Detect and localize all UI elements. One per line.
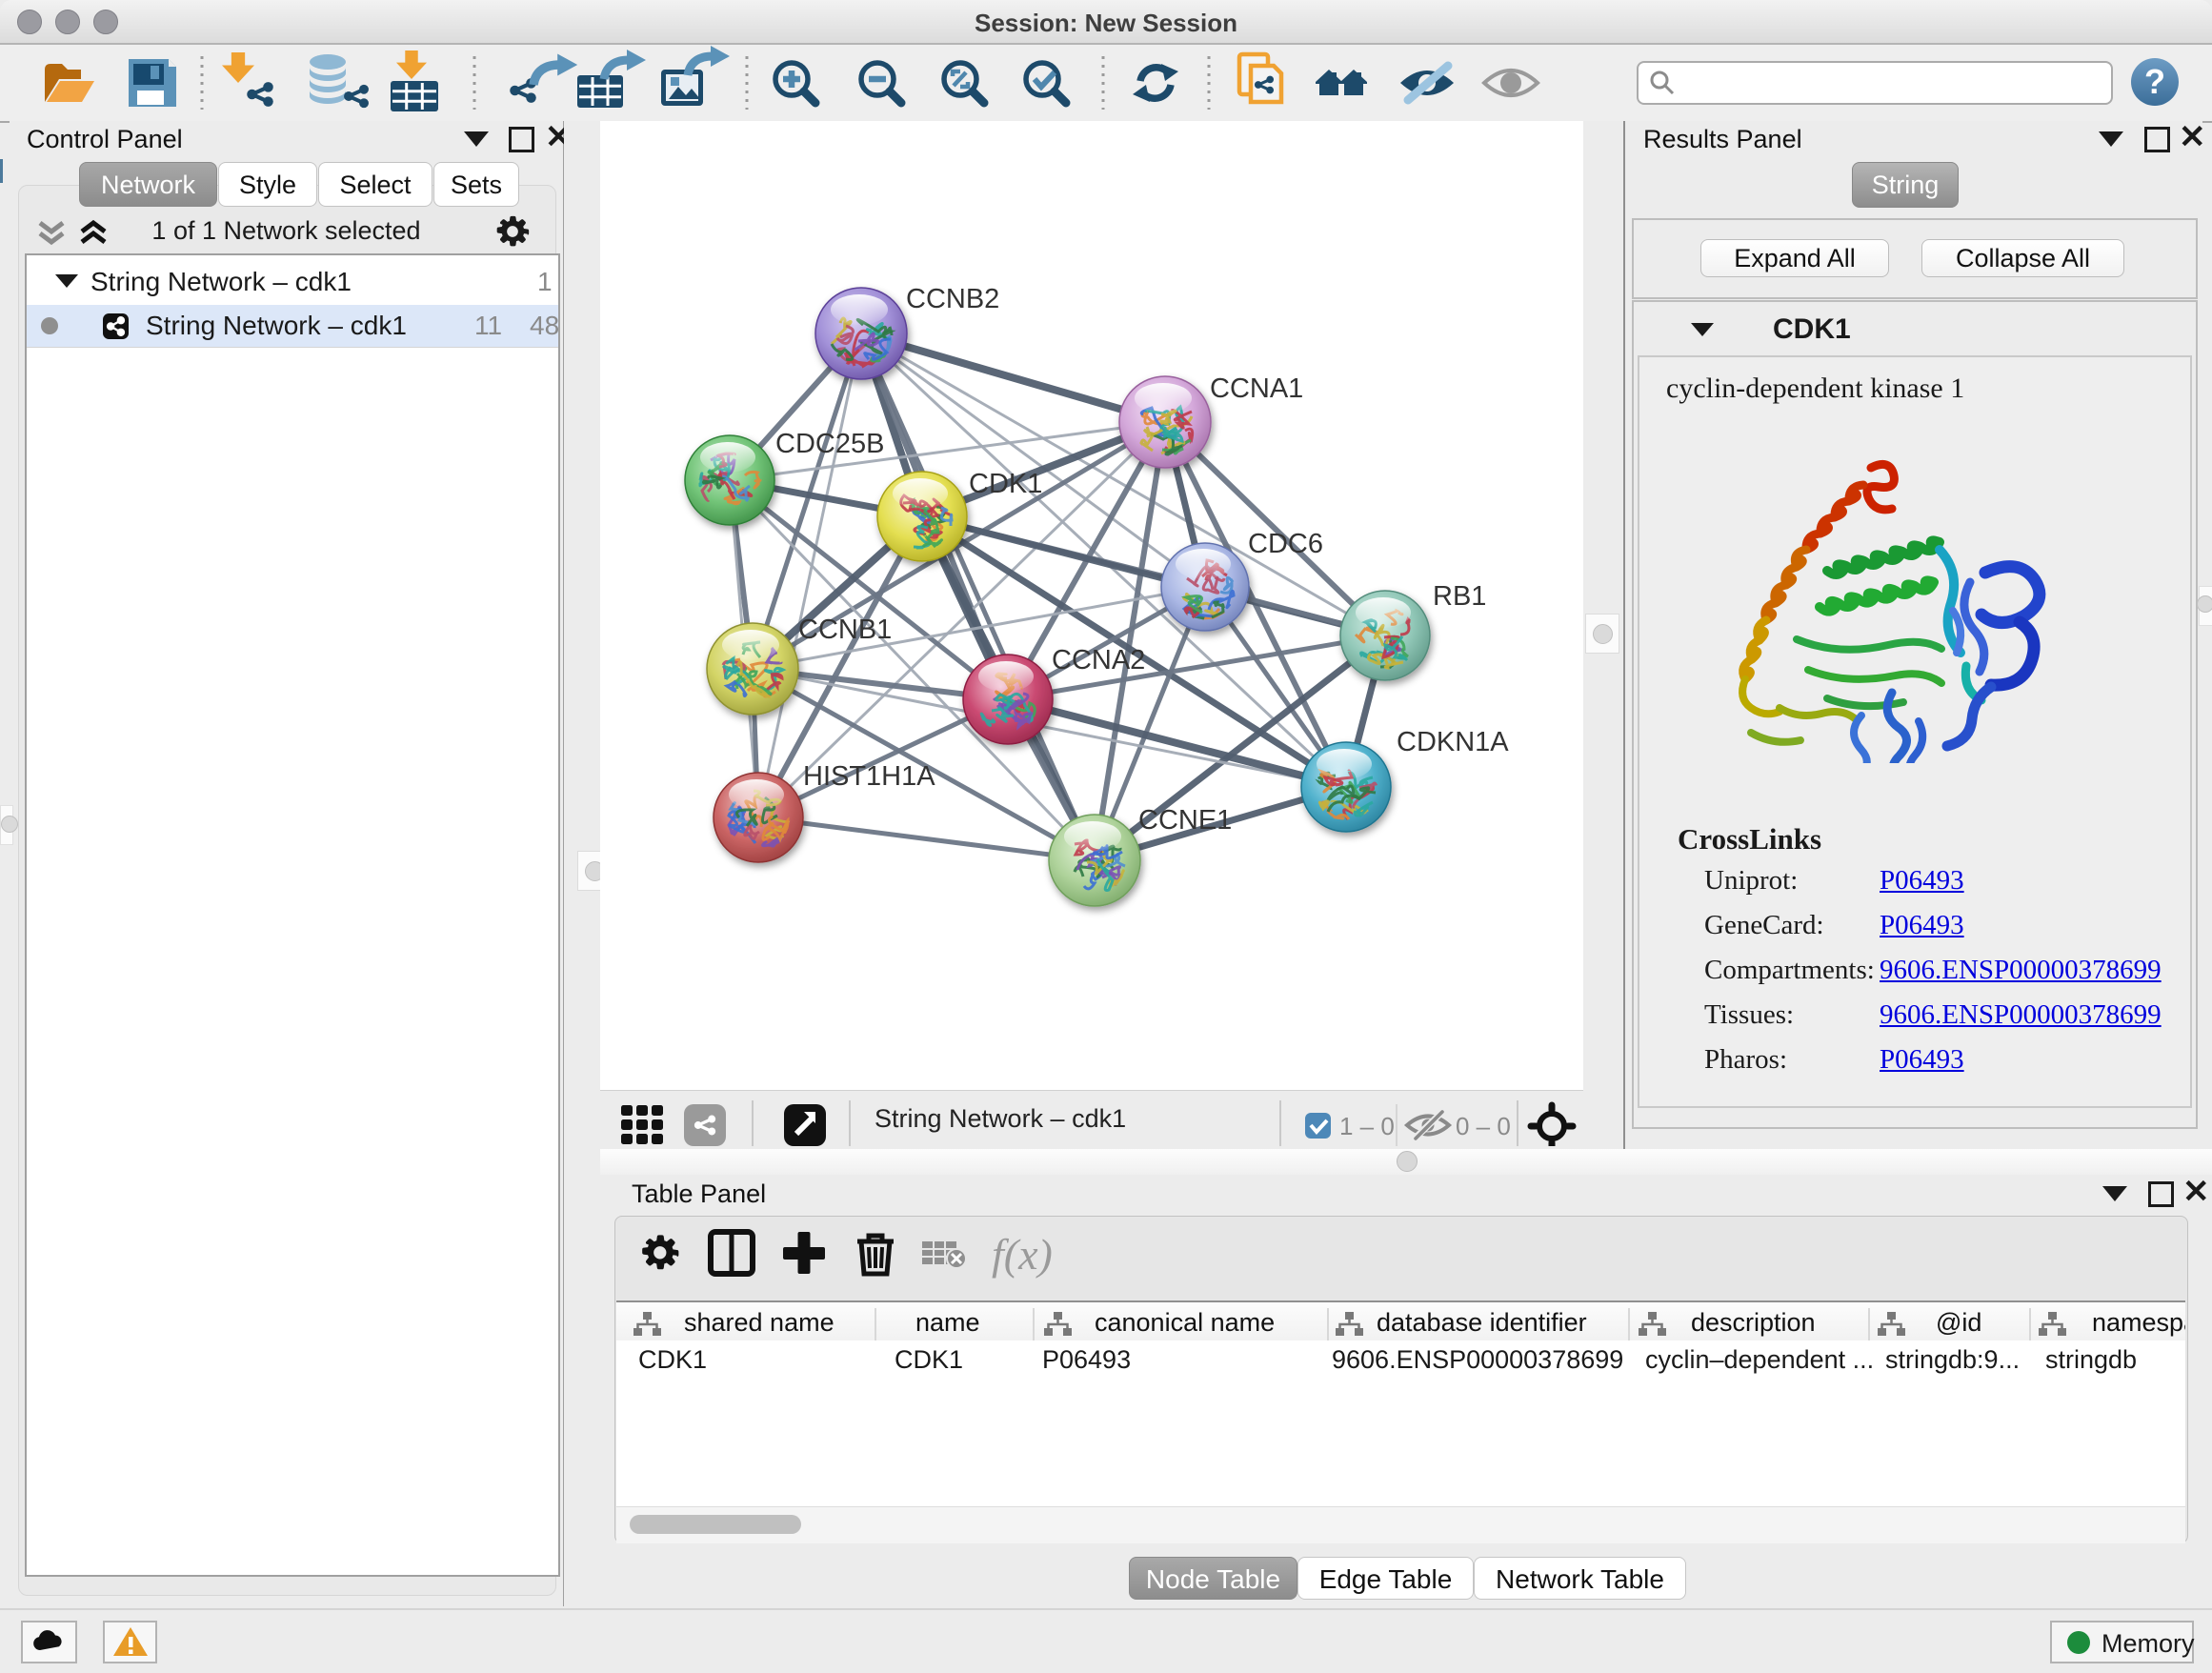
svg-text:CDC6: CDC6 [1248, 529, 1323, 559]
svg-text:f(x): f(x) [992, 1230, 1053, 1279]
svg-text:CCNB1: CCNB1 [798, 615, 892, 645]
svg-text:CCNE1: CCNE1 [1138, 805, 1232, 836]
svg-text:1 – 0: 1 – 0 [1339, 1112, 1395, 1140]
svg-text:CCNA1: CCNA1 [1210, 373, 1303, 404]
svg-text:0 – 0: 0 – 0 [1456, 1112, 1511, 1140]
svg-text:CDC25B: CDC25B [775, 429, 884, 459]
svg-text:CDKN1A: CDKN1A [1397, 727, 1509, 757]
svg-text:RB1: RB1 [1433, 581, 1486, 612]
svg-text:CDK1: CDK1 [969, 469, 1042, 499]
svg-text:CCNA2: CCNA2 [1052, 645, 1145, 675]
svg-text:HIST1H1A: HIST1H1A [803, 761, 935, 792]
svg-text:CCNB2: CCNB2 [906, 284, 999, 314]
